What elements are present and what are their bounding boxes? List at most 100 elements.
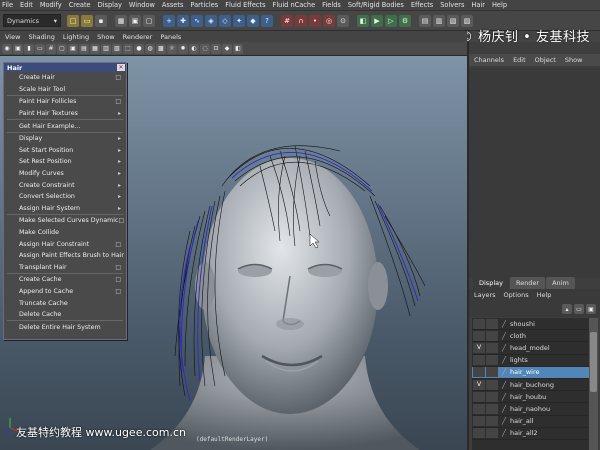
select-camera-icon[interactable]: ◉ [2, 43, 12, 54]
gate-mask-icon[interactable]: ▤ [79, 43, 89, 54]
create-empty-layer-icon[interactable]: ▭ [574, 304, 584, 314]
visibility-toggle[interactable] [473, 318, 485, 329]
playback-toggle[interactable] [486, 379, 498, 390]
grid-toggle-icon[interactable]: # [46, 43, 56, 54]
channel-box-menu-edit[interactable]: Edit [513, 56, 526, 64]
panel-menu-lighting[interactable]: Lighting [63, 33, 89, 41]
hair-menu-item-assign-hair-system[interactable]: Assign Hair System ▸ [4, 203, 126, 215]
playback-toggle[interactable] [486, 416, 498, 427]
option-box-icon[interactable]: □ [115, 276, 121, 283]
layer-menu-help[interactable]: Help [537, 291, 552, 299]
playback-toggle[interactable] [486, 367, 498, 378]
menu-assets[interactable]: Assets [162, 1, 183, 9]
safe-action-icon[interactable]: ▥ [101, 43, 111, 54]
panel-menu-shading[interactable]: Shading [28, 33, 54, 41]
layer-color-icon[interactable]: ╱ [500, 381, 508, 389]
isolate-select-icon[interactable]: ⊡ [211, 43, 221, 54]
visibility-toggle[interactable] [473, 367, 485, 378]
wireframe-icon[interactable]: ⬚ [123, 43, 133, 54]
attribute-editor-icon[interactable]: ▥ [433, 14, 445, 27]
hair-menu-item-display[interactable]: Display ▸ [4, 133, 126, 145]
visibility-toggle[interactable] [473, 403, 485, 414]
tool-settings-icon[interactable]: ▧ [447, 14, 459, 27]
menu-create[interactable]: Create [69, 1, 91, 9]
all-lights-icon[interactable]: ✹ [178, 43, 188, 54]
script-editor-icon[interactable]: ▤ [419, 14, 431, 27]
layer-color-icon[interactable]: ╱ [500, 320, 508, 328]
hair-menu-titlebar[interactable]: Hair ✕ [4, 63, 126, 72]
hair-menu-item-delete-cache[interactable]: Delete Cache [4, 309, 126, 321]
visibility-toggle[interactable]: V [473, 379, 485, 390]
snap-curve-icon[interactable]: ∩ [295, 14, 307, 27]
channel-box-menu-show[interactable]: Show [565, 56, 583, 64]
high-quality-icon[interactable]: ◆ [222, 43, 232, 54]
layer-color-icon[interactable]: ╱ [500, 405, 508, 413]
visibility-toggle[interactable]: V [473, 342, 485, 353]
layer-list-scrollbar[interactable] [589, 318, 598, 450]
select-by-handle-icon[interactable]: + [163, 14, 175, 27]
safe-title-icon[interactable]: ▧ [112, 43, 122, 54]
move-layer-up-icon[interactable]: ▴ [562, 304, 572, 314]
playback-toggle[interactable] [486, 318, 498, 329]
tab-render[interactable]: Render [509, 277, 546, 289]
hair-menu-item-get-hair-example[interactable]: Get Hair Example... [4, 120, 126, 132]
layer-row[interactable]: V ╱ head_model [472, 342, 589, 355]
layer-color-icon[interactable]: ╱ [500, 417, 508, 425]
playback-toggle[interactable] [486, 342, 498, 353]
hair-menu-item-set-rest-position[interactable]: Set Rest Position ▸ [4, 156, 126, 168]
mode-dropdown[interactable]: Dynamics ▾ [3, 14, 61, 27]
hair-menu-item-truncate-cache[interactable]: Truncate Cache [4, 297, 126, 309]
hair-menu-item-make-collide[interactable]: Make Collide [4, 227, 126, 239]
hair-menu-item-create-cache[interactable]: Create Cache □ [4, 274, 126, 286]
panel-menu-view[interactable]: View [5, 33, 20, 41]
playback-toggle[interactable] [486, 330, 498, 341]
hair-menu-item-create-hair[interactable]: Create Hair □ [4, 72, 126, 84]
option-box-icon[interactable]: □ [115, 264, 121, 271]
menu-solvers[interactable]: Solvers [440, 1, 464, 9]
layer-row[interactable]: ╱ shoushi [472, 318, 589, 331]
make-live-icon[interactable]: ⊙ [337, 14, 349, 27]
wire-on-shaded-icon[interactable]: ◍ [145, 43, 155, 54]
select-by-surface-icon[interactable]: ◈ [205, 14, 217, 27]
layer-row[interactable]: V ╱ hair_buchong [472, 379, 589, 392]
scrollbar-thumb[interactable] [590, 332, 597, 392]
select-by-render-icon[interactable]: ◆ [247, 14, 259, 27]
default-light-icon[interactable]: ☼ [167, 43, 177, 54]
camera-attr-icon[interactable]: ▣ [13, 43, 23, 54]
panel-menu-panels[interactable]: Panels [160, 33, 181, 41]
channel-box-menu-channels[interactable]: Channels [474, 56, 504, 64]
hair-menu-item-paint-hair-follicles[interactable]: Paint Hair Follicles □ [4, 96, 126, 108]
layer-row[interactable]: ╱ lights [472, 355, 589, 367]
tab-display[interactable]: Display [473, 277, 509, 289]
menu-effects[interactable]: Effects [411, 1, 433, 9]
layer-color-icon[interactable]: ╱ [500, 332, 508, 340]
select-component-icon[interactable]: ▢ [143, 14, 155, 27]
menu-edit[interactable]: Edit [20, 1, 33, 9]
channel-box-body[interactable] [469, 68, 600, 278]
playback-toggle[interactable] [486, 428, 498, 439]
tab-anim[interactable]: Anim [546, 277, 575, 289]
layer-row[interactable]: ╱ hair_all [472, 416, 589, 428]
menu-display[interactable]: Display [98, 1, 122, 9]
hair-menu-item-set-start-position[interactable]: Set Start Position ▸ [4, 145, 126, 157]
menu-help[interactable]: Help [492, 1, 507, 9]
snap-grid-icon[interactable]: # [281, 14, 293, 27]
close-icon[interactable]: ✕ [117, 64, 125, 71]
panel-menu-show[interactable]: Show [97, 33, 115, 41]
select-object-icon[interactable]: ▣ [129, 14, 141, 27]
snap-point-icon[interactable]: • [309, 14, 321, 27]
select-by-curve-icon[interactable]: ∿ [191, 14, 203, 27]
option-box-icon[interactable]: □ [115, 288, 121, 295]
layer-menu-layers[interactable]: Layers [474, 291, 496, 299]
select-by-misc-icon[interactable]: ? [261, 14, 273, 27]
hair-menu-item-convert-selection[interactable]: Convert Selection ▸ [4, 191, 126, 203]
layer-color-icon[interactable]: ╱ [500, 344, 508, 352]
xray-icon[interactable]: ◌ [200, 43, 210, 54]
layer-row[interactable]: ╱ hair_houbu [472, 391, 589, 404]
snap-view-icon[interactable]: ◎ [323, 14, 335, 27]
bookmark-icon[interactable]: ▮ [24, 43, 34, 54]
hair-menu-item-paint-hair-textures[interactable]: Paint Hair Textures ▸ [4, 108, 126, 120]
select-by-joint-icon[interactable]: ✚ [177, 14, 189, 27]
hair-menu-item-transplant-hair[interactable]: Transplant Hair □ [4, 262, 126, 274]
render-settings-icon[interactable]: ⚙ [399, 14, 411, 27]
